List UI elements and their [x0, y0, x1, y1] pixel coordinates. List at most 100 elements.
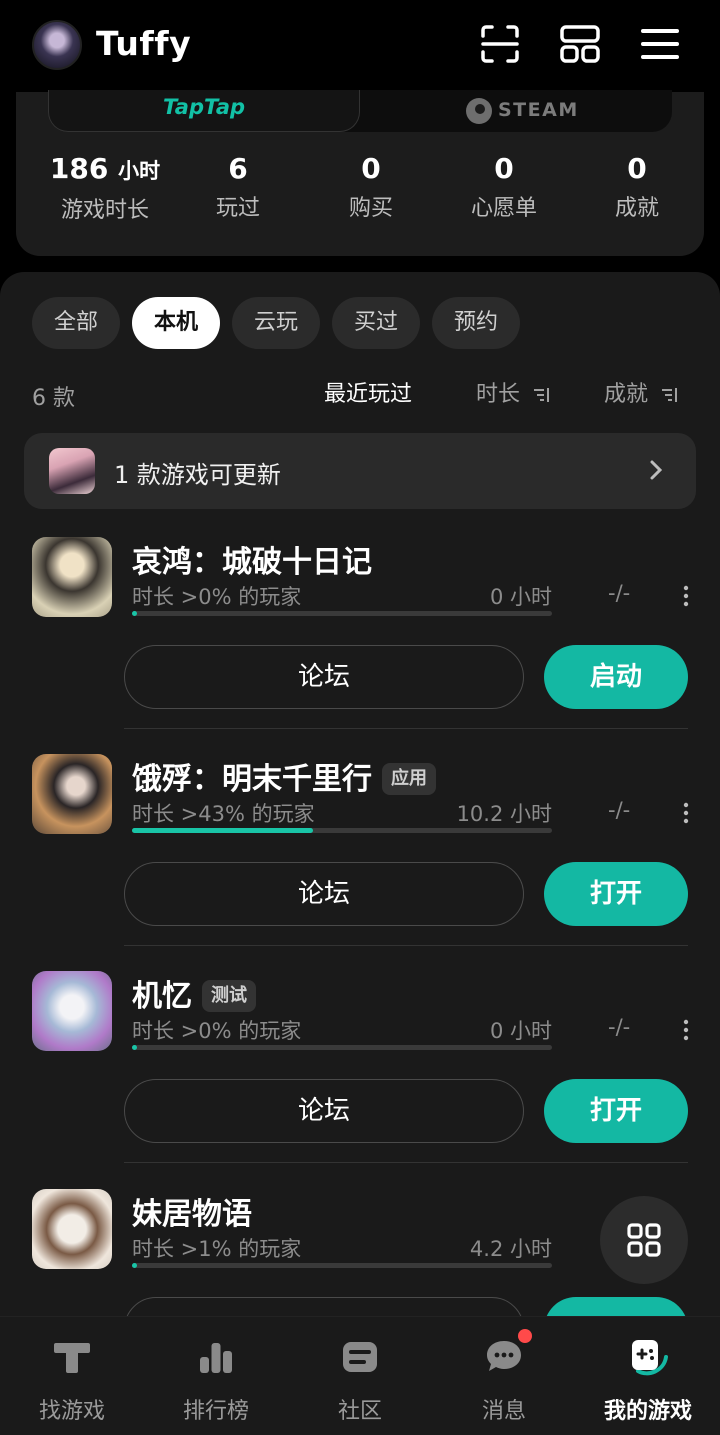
- app-badge: 应用: [382, 763, 436, 795]
- notification-dot: [518, 1329, 532, 1343]
- nav-messages[interactable]: 消息: [432, 1317, 576, 1435]
- game-name[interactable]: 哀鸿：城破十日记: [132, 537, 372, 581]
- playtime-percentile: 时长 >0% 的玩家: [132, 585, 302, 609]
- sort-icon: [662, 388, 678, 402]
- scan-icon[interactable]: [478, 22, 522, 66]
- nav-my-games[interactable]: 我的游戏: [576, 1317, 720, 1435]
- menu-icon[interactable]: [638, 22, 682, 66]
- sort-achievements[interactable]: 成就: [604, 376, 679, 408]
- playtime-bar: [132, 1263, 552, 1268]
- my-games-page: Tuffy TapTap STEAM 186 小时 游戏时长 6 玩过 0 购买…: [0, 0, 720, 1435]
- taptap-logo: TapTap: [162, 95, 246, 119]
- filter-local[interactable]: 本机: [132, 297, 220, 349]
- filter-reserved[interactable]: 预约: [432, 297, 520, 349]
- grid-icon[interactable]: [558, 22, 602, 66]
- update-game-thumbnail: [49, 448, 95, 494]
- game-name-text: 饿殍：明末千里行: [132, 762, 372, 797]
- avatar[interactable]: [32, 20, 82, 70]
- stat-label: 玩过: [215, 196, 260, 221]
- game-icon[interactable]: [32, 971, 112, 1051]
- forum-button[interactable]: 论坛: [124, 1079, 524, 1143]
- tab-steam[interactable]: STEAM: [360, 90, 672, 132]
- stat-label: 心愿单: [470, 196, 537, 221]
- playtime-hours: 0 小时: [489, 1019, 552, 1043]
- playtime-bar-fill: [132, 1263, 138, 1268]
- games-panel: 全部 本机 云玩 买过 预约 6 款 最近玩过 时长 成就 1 款游戏可更新 哀…: [0, 272, 720, 1332]
- divider: [124, 728, 688, 729]
- message-icon: [487, 1341, 521, 1371]
- stat-value: 6: [228, 152, 248, 185]
- playtime-hours: 10.2 小时: [456, 802, 552, 826]
- grid-icon: [627, 1223, 661, 1257]
- stat-wishlist[interactable]: 0 心愿单: [434, 152, 574, 222]
- achievement-count: -/-: [608, 581, 631, 605]
- stat-played[interactable]: 6 玩过: [168, 152, 308, 222]
- update-banner[interactable]: 1 款游戏可更新: [24, 433, 696, 509]
- divider: [124, 1162, 688, 1163]
- test-badge: 测试: [202, 980, 256, 1012]
- nav-ranking[interactable]: 排行榜: [144, 1317, 288, 1435]
- launch-button[interactable]: 启动: [544, 645, 688, 709]
- username[interactable]: Tuffy: [96, 24, 191, 63]
- filter-purchased[interactable]: 买过: [332, 297, 420, 349]
- stat-value: 0: [361, 152, 381, 185]
- forum-button[interactable]: 论坛: [124, 645, 524, 709]
- nav-community[interactable]: 社区: [288, 1317, 432, 1435]
- floating-grid-button[interactable]: [600, 1196, 688, 1284]
- stat-label: 游戏时长: [60, 198, 149, 223]
- stat-label: 成就: [614, 196, 659, 221]
- top-bar: Tuffy: [0, 0, 720, 92]
- game-name[interactable]: 饿殍：明末千里行 应用: [132, 754, 436, 798]
- steam-icon: [466, 98, 492, 124]
- ranking-icon: [200, 1343, 232, 1373]
- sort-recent[interactable]: 最近玩过: [324, 376, 412, 408]
- tab-taptap[interactable]: TapTap: [48, 90, 360, 132]
- stat-value: 0: [627, 152, 647, 185]
- filter-cloud[interactable]: 云玩: [232, 297, 320, 349]
- playtime-bar: [132, 611, 552, 616]
- nav-label: 消息: [481, 1399, 526, 1424]
- stat-value: 186: [49, 152, 109, 185]
- playtime-percentile: 时长 >0% 的玩家: [132, 1019, 302, 1043]
- nav-label: 社区: [337, 1399, 382, 1424]
- bottom-nav: 找游戏 排行榜 社区 消息 我的游戏: [0, 1316, 720, 1435]
- playtime-bar: [132, 828, 552, 833]
- divider: [124, 945, 688, 946]
- nav-label: 找游戏: [38, 1399, 105, 1424]
- playtime-percentile: 时长 >1% 的玩家: [132, 1237, 302, 1261]
- game-name-text: 机忆: [132, 979, 192, 1014]
- playtime-bar-fill: [132, 611, 138, 616]
- game-icon[interactable]: [32, 754, 112, 834]
- stat-playtime[interactable]: 186 小时 游戏时长: [35, 152, 175, 224]
- chevron-right-icon: [650, 460, 663, 480]
- playtime-bar-fill: [132, 828, 313, 833]
- filter-all[interactable]: 全部: [32, 297, 120, 349]
- achievement-count: -/-: [608, 798, 631, 822]
- game-count: 6 款: [32, 386, 75, 411]
- game-item: 哀鸿：城破十日记 时长 >0% 的玩家 0 小时 -/- 论坛 启动: [0, 537, 720, 754]
- forum-button[interactable]: 论坛: [124, 862, 524, 926]
- game-icon[interactable]: [32, 537, 112, 617]
- steam-label: STEAM: [498, 99, 579, 121]
- open-button[interactable]: 打开: [544, 862, 688, 926]
- stat-purchased[interactable]: 0 购买: [301, 152, 441, 222]
- game-name[interactable]: 妹居物语: [132, 1189, 252, 1233]
- game-icon[interactable]: [32, 1189, 112, 1269]
- sort-playtime[interactable]: 时长: [476, 376, 551, 408]
- open-button[interactable]: 打开: [544, 1079, 688, 1143]
- more-options-icon[interactable]: [676, 800, 696, 826]
- sort-label: 最近玩过: [324, 382, 413, 407]
- playtime-bar: [132, 1045, 552, 1050]
- community-icon: [343, 1342, 377, 1372]
- more-options-icon[interactable]: [676, 1017, 696, 1043]
- nav-find-games[interactable]: 找游戏: [0, 1317, 144, 1435]
- playtime-percentile: 时长 >43% 的玩家: [132, 802, 315, 826]
- more-options-icon[interactable]: [676, 583, 696, 609]
- sort-label: 时长: [476, 382, 521, 407]
- stat-achievements[interactable]: 0 成就: [567, 152, 707, 222]
- sort-label: 成就: [604, 382, 649, 407]
- platform-tabs: TapTap STEAM: [48, 90, 672, 132]
- my-games-icon: [632, 1340, 668, 1376]
- update-text: 1 款游戏可更新: [114, 461, 281, 489]
- game-name[interactable]: 机忆 测试: [132, 971, 256, 1015]
